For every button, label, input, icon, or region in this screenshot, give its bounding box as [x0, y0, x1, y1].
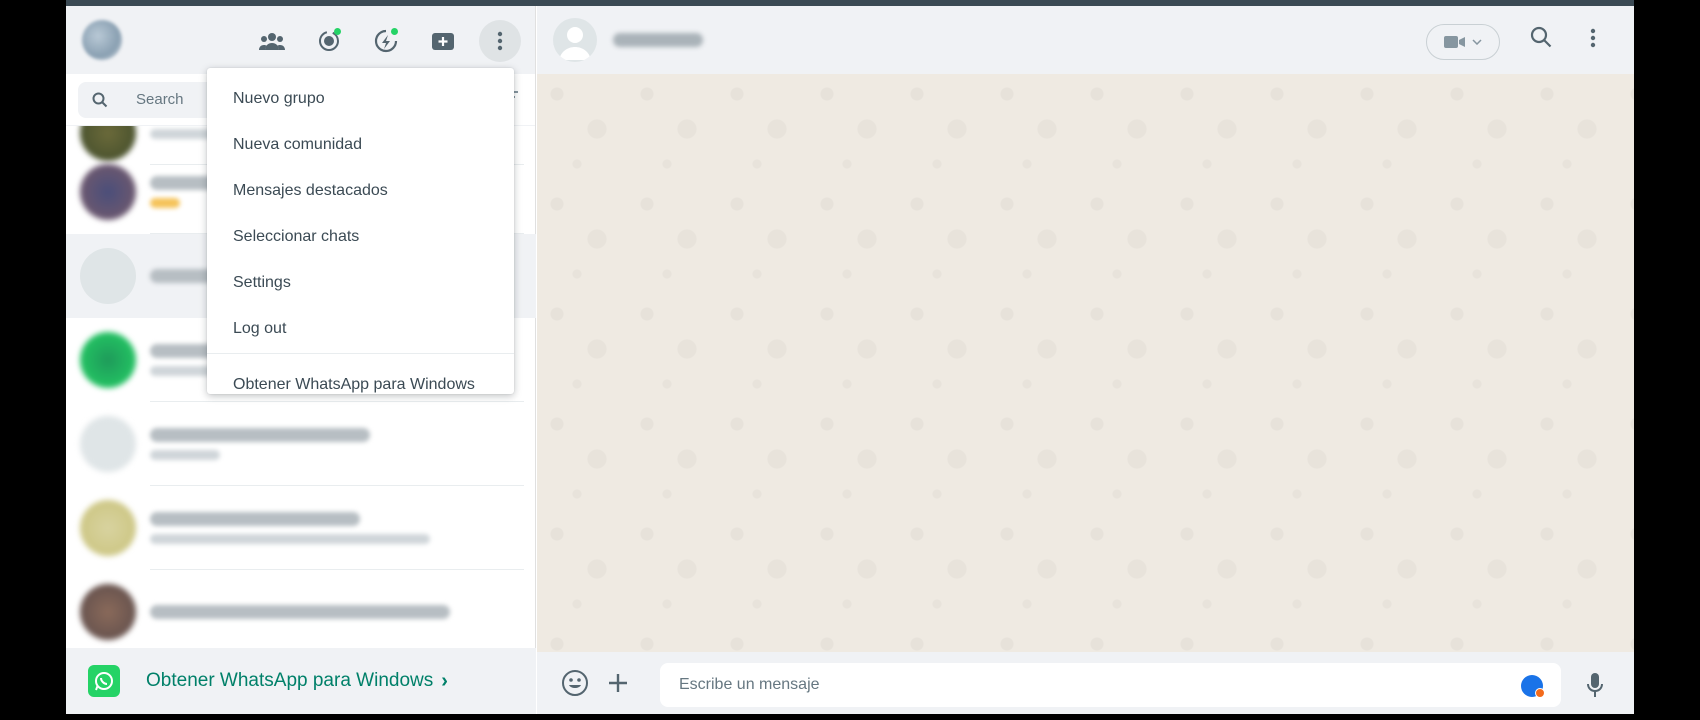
- new-chat-button[interactable]: [422, 20, 464, 62]
- conversation-pane: Escribe un mensaje: [537, 6, 1634, 714]
- search-icon: [92, 92, 108, 107]
- emoji-icon: [562, 670, 588, 696]
- chat-avatar: [80, 416, 136, 472]
- message-input[interactable]: Escribe un mensaje: [660, 663, 1561, 707]
- menu-icon: [1590, 28, 1596, 48]
- whatsapp-logo-icon: [88, 665, 120, 697]
- communities-button[interactable]: [251, 20, 293, 62]
- voice-message-button[interactable]: [1586, 672, 1604, 703]
- conversation-menu-button[interactable]: [1590, 28, 1596, 53]
- get-windows-app-label[interactable]: Obtener WhatsApp para Windows: [146, 670, 433, 692]
- status-unread-dot: [334, 28, 341, 35]
- main-menu-dropdown: Nuevo grupo Nueva comunidad Mensajes des…: [207, 68, 514, 394]
- menu-item-select-chats[interactable]: Seleccionar chats: [207, 214, 514, 260]
- get-windows-app-banner[interactable]: Obtener WhatsApp para Windows ›: [66, 648, 536, 714]
- chat-avatar: [80, 164, 136, 220]
- attach-button[interactable]: [607, 672, 629, 694]
- status-button[interactable]: [308, 20, 350, 62]
- video-call-button[interactable]: [1426, 24, 1500, 60]
- new-chat-icon: [432, 33, 454, 50]
- mic-icon: [1587, 673, 1603, 697]
- chat-avatar: [80, 584, 136, 640]
- chat-list-item[interactable]: [66, 402, 536, 486]
- conversation-background: [537, 74, 1634, 652]
- grammar-extension-icon[interactable]: [1521, 675, 1545, 698]
- channels-button[interactable]: [365, 20, 407, 62]
- menu-icon: [497, 31, 503, 51]
- search-icon: [1530, 26, 1552, 48]
- whatsapp-web-app: Search Obtener WhatsApp para Windows › N…: [66, 6, 1634, 714]
- message-composer: Escribe un mensaje: [537, 652, 1634, 714]
- menu-item-get-windows-app[interactable]: Obtener WhatsApp para Windows: [207, 362, 514, 408]
- menu-divider: [207, 353, 514, 354]
- emoji-button[interactable]: [561, 669, 589, 697]
- search-messages-button[interactable]: [1530, 26, 1552, 53]
- attach-icon: [609, 674, 627, 692]
- chevron-down-icon: [1472, 39, 1482, 45]
- communities-icon: [259, 33, 285, 50]
- contact-avatar[interactable]: [553, 18, 597, 62]
- menu-item-log-out[interactable]: Log out: [207, 306, 514, 352]
- sidebar-header: [66, 6, 535, 74]
- channels-unread-dot: [391, 28, 398, 35]
- chat-list-item[interactable]: [66, 570, 536, 648]
- chevron-right-icon: ›: [441, 669, 448, 692]
- search-placeholder: Search: [136, 91, 184, 108]
- menu-item-settings[interactable]: Settings: [207, 260, 514, 306]
- my-avatar[interactable]: [82, 20, 122, 60]
- conversation-header[interactable]: [537, 6, 1634, 74]
- menu-item-new-group[interactable]: Nuevo grupo: [207, 76, 514, 122]
- message-placeholder: Escribe un mensaje: [679, 676, 820, 693]
- video-call-icon: [1444, 36, 1465, 48]
- contact-name-blurred[interactable]: [613, 33, 703, 47]
- menu-item-new-community[interactable]: Nueva comunidad: [207, 122, 514, 168]
- chat-avatar: [80, 248, 136, 304]
- menu-item-starred-messages[interactable]: Mensajes destacados: [207, 168, 514, 214]
- chat-avatar: [80, 332, 136, 388]
- menu-button[interactable]: [479, 20, 521, 62]
- chat-avatar: [80, 500, 136, 556]
- chat-list-item[interactable]: [66, 486, 536, 570]
